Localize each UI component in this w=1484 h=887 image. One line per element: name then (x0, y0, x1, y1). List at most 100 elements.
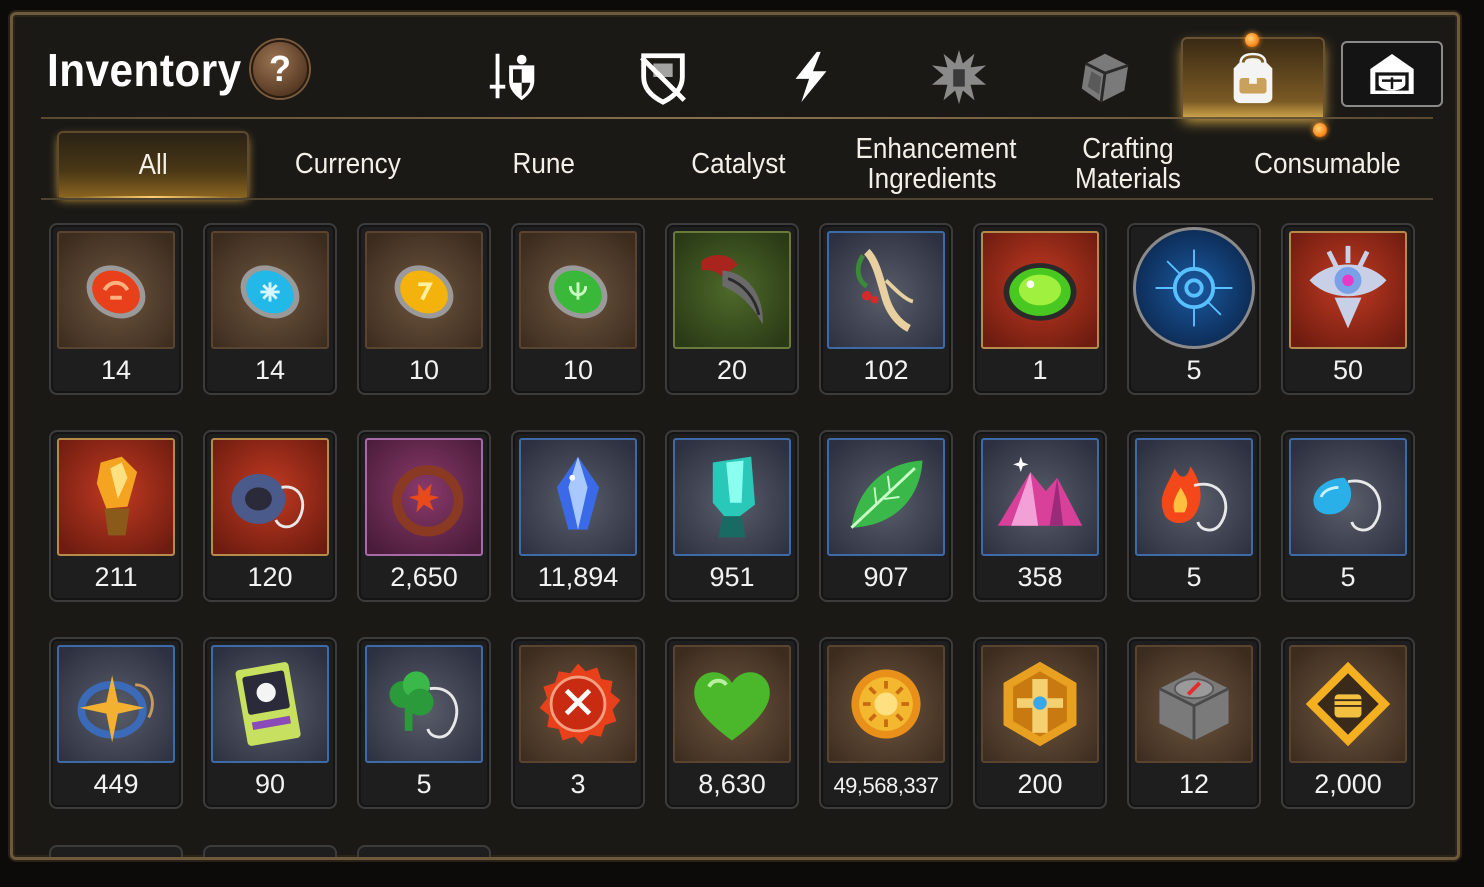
item-slot[interactable]: 2,000 (1281, 637, 1415, 809)
item-slot[interactable]: 951 (665, 430, 799, 602)
item-quantity: 8,630 (698, 769, 766, 799)
item-slot[interactable]: 907 (819, 430, 953, 602)
tab-rune[interactable]: Rune (449, 131, 639, 197)
tab-divider (41, 198, 1433, 200)
item-slot[interactable]: 5 (1127, 223, 1261, 395)
crossed-shield-icon (640, 53, 686, 105)
item-quantity: 5 (1186, 562, 1202, 592)
item-slot[interactable]: 11,894 (511, 430, 645, 602)
item-slot[interactable]: 8,630 (665, 637, 799, 809)
item-quantity: 90 (254, 769, 286, 799)
item-slot-partial[interactable] (49, 845, 183, 857)
crossed-shield-icon-button[interactable] (603, 37, 723, 117)
item-quantity: 951 (709, 562, 755, 592)
item-slot[interactable]: 50 (1281, 223, 1415, 395)
sword-shield-icon-button[interactable] (453, 37, 573, 117)
help-button[interactable]: ? (251, 40, 309, 98)
item-slot[interactable]: 10 (511, 223, 645, 395)
page-title: Inventory (47, 44, 242, 96)
pink-mountain-icon (981, 438, 1099, 556)
item-slot[interactable]: 120 (203, 430, 337, 602)
item-slot[interactable]: 49,568,337 (819, 637, 953, 809)
blue-seal-icon (1133, 227, 1255, 349)
star-pendant-icon (57, 645, 175, 763)
item-quantity: 102 (863, 355, 909, 385)
item-slot-partial[interactable] (203, 845, 337, 857)
item-slot[interactable]: 1 (973, 223, 1107, 395)
yellow-rune-icon (365, 231, 483, 349)
item-slot[interactable]: 211 (49, 430, 183, 602)
item-quantity: 5 (1186, 355, 1202, 385)
tab-crafting-materials[interactable]: Crafting Materials (1033, 131, 1223, 197)
item-slot[interactable]: 14 (203, 223, 337, 395)
vault-icon-button[interactable] (1341, 41, 1443, 107)
item-quantity: 449 (93, 769, 139, 799)
notification-dot (1245, 33, 1259, 47)
item-quantity: 200 (1017, 769, 1063, 799)
item-slot[interactable]: 102 (819, 223, 953, 395)
red-rune-icon (57, 231, 175, 349)
item-slot[interactable]: 2,650 (357, 430, 491, 602)
flower-ring-icon (365, 438, 483, 556)
claw-icon (673, 231, 791, 349)
item-slot[interactable]: 200 (973, 637, 1107, 809)
tree-pendant-icon (365, 645, 483, 763)
item-slot[interactable]: 5 (1281, 430, 1415, 602)
ring-pendant-icon (211, 438, 329, 556)
item-quantity: 1 (1032, 355, 1048, 385)
inventory-panel: Inventory ? All Currency Rune Catalyst E… (10, 12, 1460, 860)
water-pendant-icon (1289, 438, 1407, 556)
item-slot[interactable]: 12 (1127, 637, 1261, 809)
item-slot[interactable]: 3 (511, 637, 645, 809)
fist-emblem-icon (1289, 645, 1407, 763)
green-orb-icon (981, 231, 1099, 349)
item-quantity: 11,894 (537, 562, 619, 592)
green-rune-icon (519, 231, 637, 349)
item-quantity: 50 (1332, 355, 1364, 385)
item-quantity: 211 (94, 562, 138, 592)
compass-stone-icon (1135, 645, 1253, 763)
tab-all[interactable]: All (57, 131, 249, 199)
item-slot[interactable]: 10 (357, 223, 491, 395)
item-slot-partial[interactable] (357, 845, 491, 857)
tab-currency[interactable]: Currency (253, 131, 443, 197)
tab-catalyst[interactable]: Catalyst (643, 131, 833, 197)
blue-gem-icon (519, 438, 637, 556)
cube-icon-button[interactable] (1045, 37, 1165, 117)
tab-enhancement-ingredients[interactable]: Enhancement Ingredients (837, 131, 1027, 197)
burst-emblem-icon-button[interactable] (899, 37, 1019, 117)
card-icon (211, 645, 329, 763)
item-quantity: 14 (100, 355, 132, 385)
item-quantity: 2,650 (390, 562, 458, 592)
item-quantity: 2,000 (1314, 769, 1382, 799)
notification-dot (1313, 123, 1327, 137)
gold-coin-icon (827, 645, 945, 763)
item-slot[interactable]: 358 (973, 430, 1107, 602)
lightning-icon-button[interactable] (751, 37, 871, 117)
item-slot[interactable]: 449 (49, 637, 183, 809)
burst-emblem-icon (931, 49, 987, 105)
item-slot[interactable]: 14 (49, 223, 183, 395)
gold-hexagon-icon (981, 645, 1099, 763)
item-quantity: 49,568,337 (833, 773, 939, 798)
vault-icon (1370, 54, 1414, 94)
heart-icon (673, 645, 791, 763)
item-slot[interactable]: 90 (203, 637, 337, 809)
tab-consumable[interactable]: Consumable (1227, 131, 1427, 197)
root-herb-icon (827, 231, 945, 349)
sword-shield-icon (489, 53, 535, 101)
backpack-icon-button[interactable] (1181, 33, 1325, 117)
item-quantity: 14 (254, 355, 286, 385)
item-quantity: 3 (570, 769, 586, 799)
item-quantity: 12 (1178, 769, 1210, 799)
teal-crystal-icon (673, 438, 791, 556)
fire-pendant-icon (1135, 438, 1253, 556)
item-slot[interactable]: 5 (357, 637, 491, 809)
backpack-icon (1233, 52, 1273, 104)
item-slot[interactable]: 5 (1127, 430, 1261, 602)
item-quantity: 120 (247, 562, 293, 592)
item-slot[interactable]: 20 (665, 223, 799, 395)
item-quantity: 10 (562, 355, 594, 385)
item-quantity: 358 (1017, 562, 1063, 592)
blue-rune-icon (211, 231, 329, 349)
